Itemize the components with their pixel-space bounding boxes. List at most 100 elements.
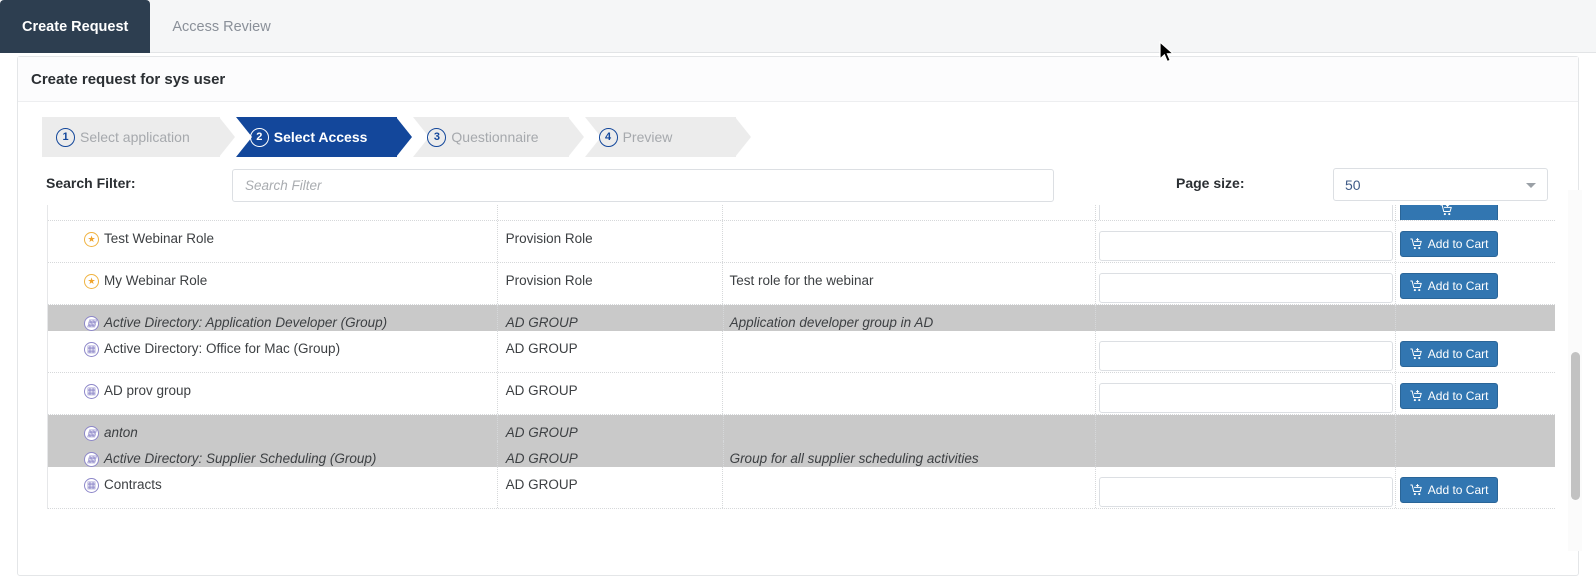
chevron-down-icon (1526, 183, 1536, 188)
cell-access-name: ▦ Active Directory: Application Developer… (48, 305, 498, 331)
cell-access-name: ★ My Webinar Role (48, 263, 498, 304)
tab-access-review-label: Access Review (172, 19, 270, 35)
cell-access-name: ▦anton (48, 415, 498, 441)
cell-access-type: AD GROUP (498, 305, 724, 331)
add-to-cart-button[interactable]: Add to Cart (1400, 477, 1498, 503)
add-to-cart-button[interactable] (1400, 205, 1498, 221)
add-to-cart-button[interactable]: Add to Cart (1400, 273, 1498, 299)
star-role-icon: ★ (84, 232, 99, 247)
cart-plus-icon (1410, 238, 1423, 251)
row-comment-input[interactable] (1099, 273, 1393, 303)
cell-access-type: Provision Role (498, 221, 724, 262)
access-name-text: anton (104, 425, 138, 440)
cell-access-name: ★Test Webinar Role (48, 221, 498, 262)
ad-group-icon: ▦ (84, 316, 99, 331)
add-to-cart-label: Add to Cart (1428, 347, 1489, 361)
add-to-cart-button[interactable]: Add to Cart (1400, 341, 1498, 367)
row-comment-input[interactable] (1099, 341, 1393, 371)
cell-comment (1096, 415, 1396, 441)
step-4-label: Preview (623, 129, 673, 145)
add-to-cart-label: Add to Cart (1428, 279, 1489, 293)
card-header: Create request for sys user (18, 57, 1578, 102)
add-to-cart-label: Add to Cart (1428, 483, 1489, 497)
table-row[interactable]: ▦ContractsAD GROUPAdd to Cart (48, 467, 1555, 509)
cell-action: Add to Cart (1396, 263, 1555, 304)
cell-comment (1096, 263, 1396, 304)
table-row[interactable] (48, 205, 1555, 221)
cell-action (1396, 205, 1555, 221)
cell-access-type: AD GROUP (498, 415, 724, 441)
access-name-text: Active Directory: Application Developer … (104, 315, 387, 330)
cell-comment (1096, 467, 1396, 508)
cell-access-description (723, 221, 1096, 262)
access-table-scroll[interactable]: ★Test Webinar RoleProvision Role Add to C… (47, 205, 1572, 555)
step-select-application[interactable]: 1 Select application (42, 117, 220, 157)
search-filter-label: Search Filter: (46, 175, 135, 191)
ad-group-icon: ▦ (84, 452, 99, 467)
star-role-icon: ★ (84, 274, 99, 289)
row-comment-input[interactable] (1099, 383, 1393, 413)
cell-action (1396, 415, 1555, 441)
cell-access-description (724, 415, 1097, 441)
row-comment-input[interactable] (1099, 231, 1393, 261)
step-questionnaire[interactable]: 3 Questionnaire (413, 117, 568, 157)
cell-access-description: Test role for the webinar (723, 263, 1096, 304)
add-to-cart-label: Add to Cart (1428, 237, 1489, 251)
table-row[interactable]: ★Test Webinar RoleProvision Role Add to C… (48, 221, 1555, 263)
step-1-number: 1 (56, 128, 75, 147)
cell-access-description (723, 467, 1096, 508)
table-row[interactable]: ▦AD prov groupAD GROUPAdd to Cart (48, 373, 1555, 415)
table-row[interactable]: ▦ Active Directory: Office for Mac (Group… (48, 331, 1555, 373)
cell-comment (1096, 441, 1396, 467)
cell-access-name (48, 205, 498, 221)
vertical-scrollbar-thumb[interactable] (1571, 352, 1580, 500)
cell-access-type: AD GROUP (498, 441, 724, 467)
cart-plus-icon (1410, 280, 1423, 293)
tab-bar: Create Request Access Review (0, 0, 1596, 53)
step-2-label: Select Access (274, 129, 368, 145)
tab-list: Create Request Access Review (0, 0, 1596, 53)
search-input[interactable] (232, 169, 1054, 202)
step-preview[interactable]: 4 Preview (585, 117, 737, 157)
step-3-number: 3 (427, 128, 446, 147)
cell-access-type: AD GROUP (498, 331, 724, 372)
tab-access-review[interactable]: Access Review (150, 0, 292, 53)
add-to-cart-button[interactable]: Add to Cart (1400, 231, 1498, 257)
row-comment-input[interactable] (1099, 477, 1393, 507)
tab-create-request[interactable]: Create Request (0, 0, 150, 53)
cell-action: Add to Cart (1396, 221, 1555, 262)
page-size-select[interactable]: 50 (1333, 168, 1548, 201)
table-row[interactable]: ▦ Active Directory: Application Developer… (48, 305, 1555, 331)
step-select-access[interactable]: 2 Select Access (236, 117, 398, 157)
access-name-text: My Webinar Role (104, 273, 207, 288)
page-title: Create request for sys user (31, 71, 225, 88)
cell-comment (1096, 205, 1396, 221)
cell-comment (1096, 221, 1396, 262)
cell-access-type: AD GROUP (498, 467, 724, 508)
cell-access-name: ▦ AD prov group (48, 373, 498, 414)
tab-create-request-label: Create Request (22, 19, 128, 35)
ad-group-icon: ▦ (84, 384, 99, 399)
access-name-text: Active Directory: Office for Mac (Group) (104, 341, 340, 356)
cell-action: Add to Cart (1396, 331, 1555, 372)
cell-action: Add to Cart (1396, 467, 1555, 508)
add-to-cart-label: Add to Cart (1428, 389, 1489, 403)
cart-plus-icon (1410, 348, 1423, 361)
table-row[interactable]: ★ My Webinar Role Provision RoleTest role … (48, 263, 1555, 305)
cell-access-type: Provision Role (498, 263, 724, 304)
step-3-label: Questionnaire (451, 129, 538, 145)
add-to-cart-button[interactable]: Add to Cart (1400, 383, 1498, 409)
table-row[interactable]: ▦antonAD GROUP (48, 415, 1555, 441)
table-row[interactable]: ▦ Active Directory: Supplier Scheduling (… (48, 441, 1555, 467)
cell-action: Add to Cart (1396, 373, 1555, 414)
access-name-text: Active Directory: Supplier Scheduling (G… (104, 451, 376, 466)
cell-access-type (498, 205, 724, 221)
cell-action (1396, 305, 1555, 331)
ad-group-icon: ▦ (84, 342, 99, 357)
access-name-text: AD prov group (104, 383, 191, 398)
row-comment-input[interactable] (1099, 205, 1393, 221)
cell-access-name: ▦ Active Directory: Office for Mac (Group… (48, 331, 498, 372)
cell-access-description: Application developer group in AD (724, 305, 1097, 331)
cell-comment (1096, 331, 1396, 372)
access-name-text: Contracts (104, 477, 162, 492)
